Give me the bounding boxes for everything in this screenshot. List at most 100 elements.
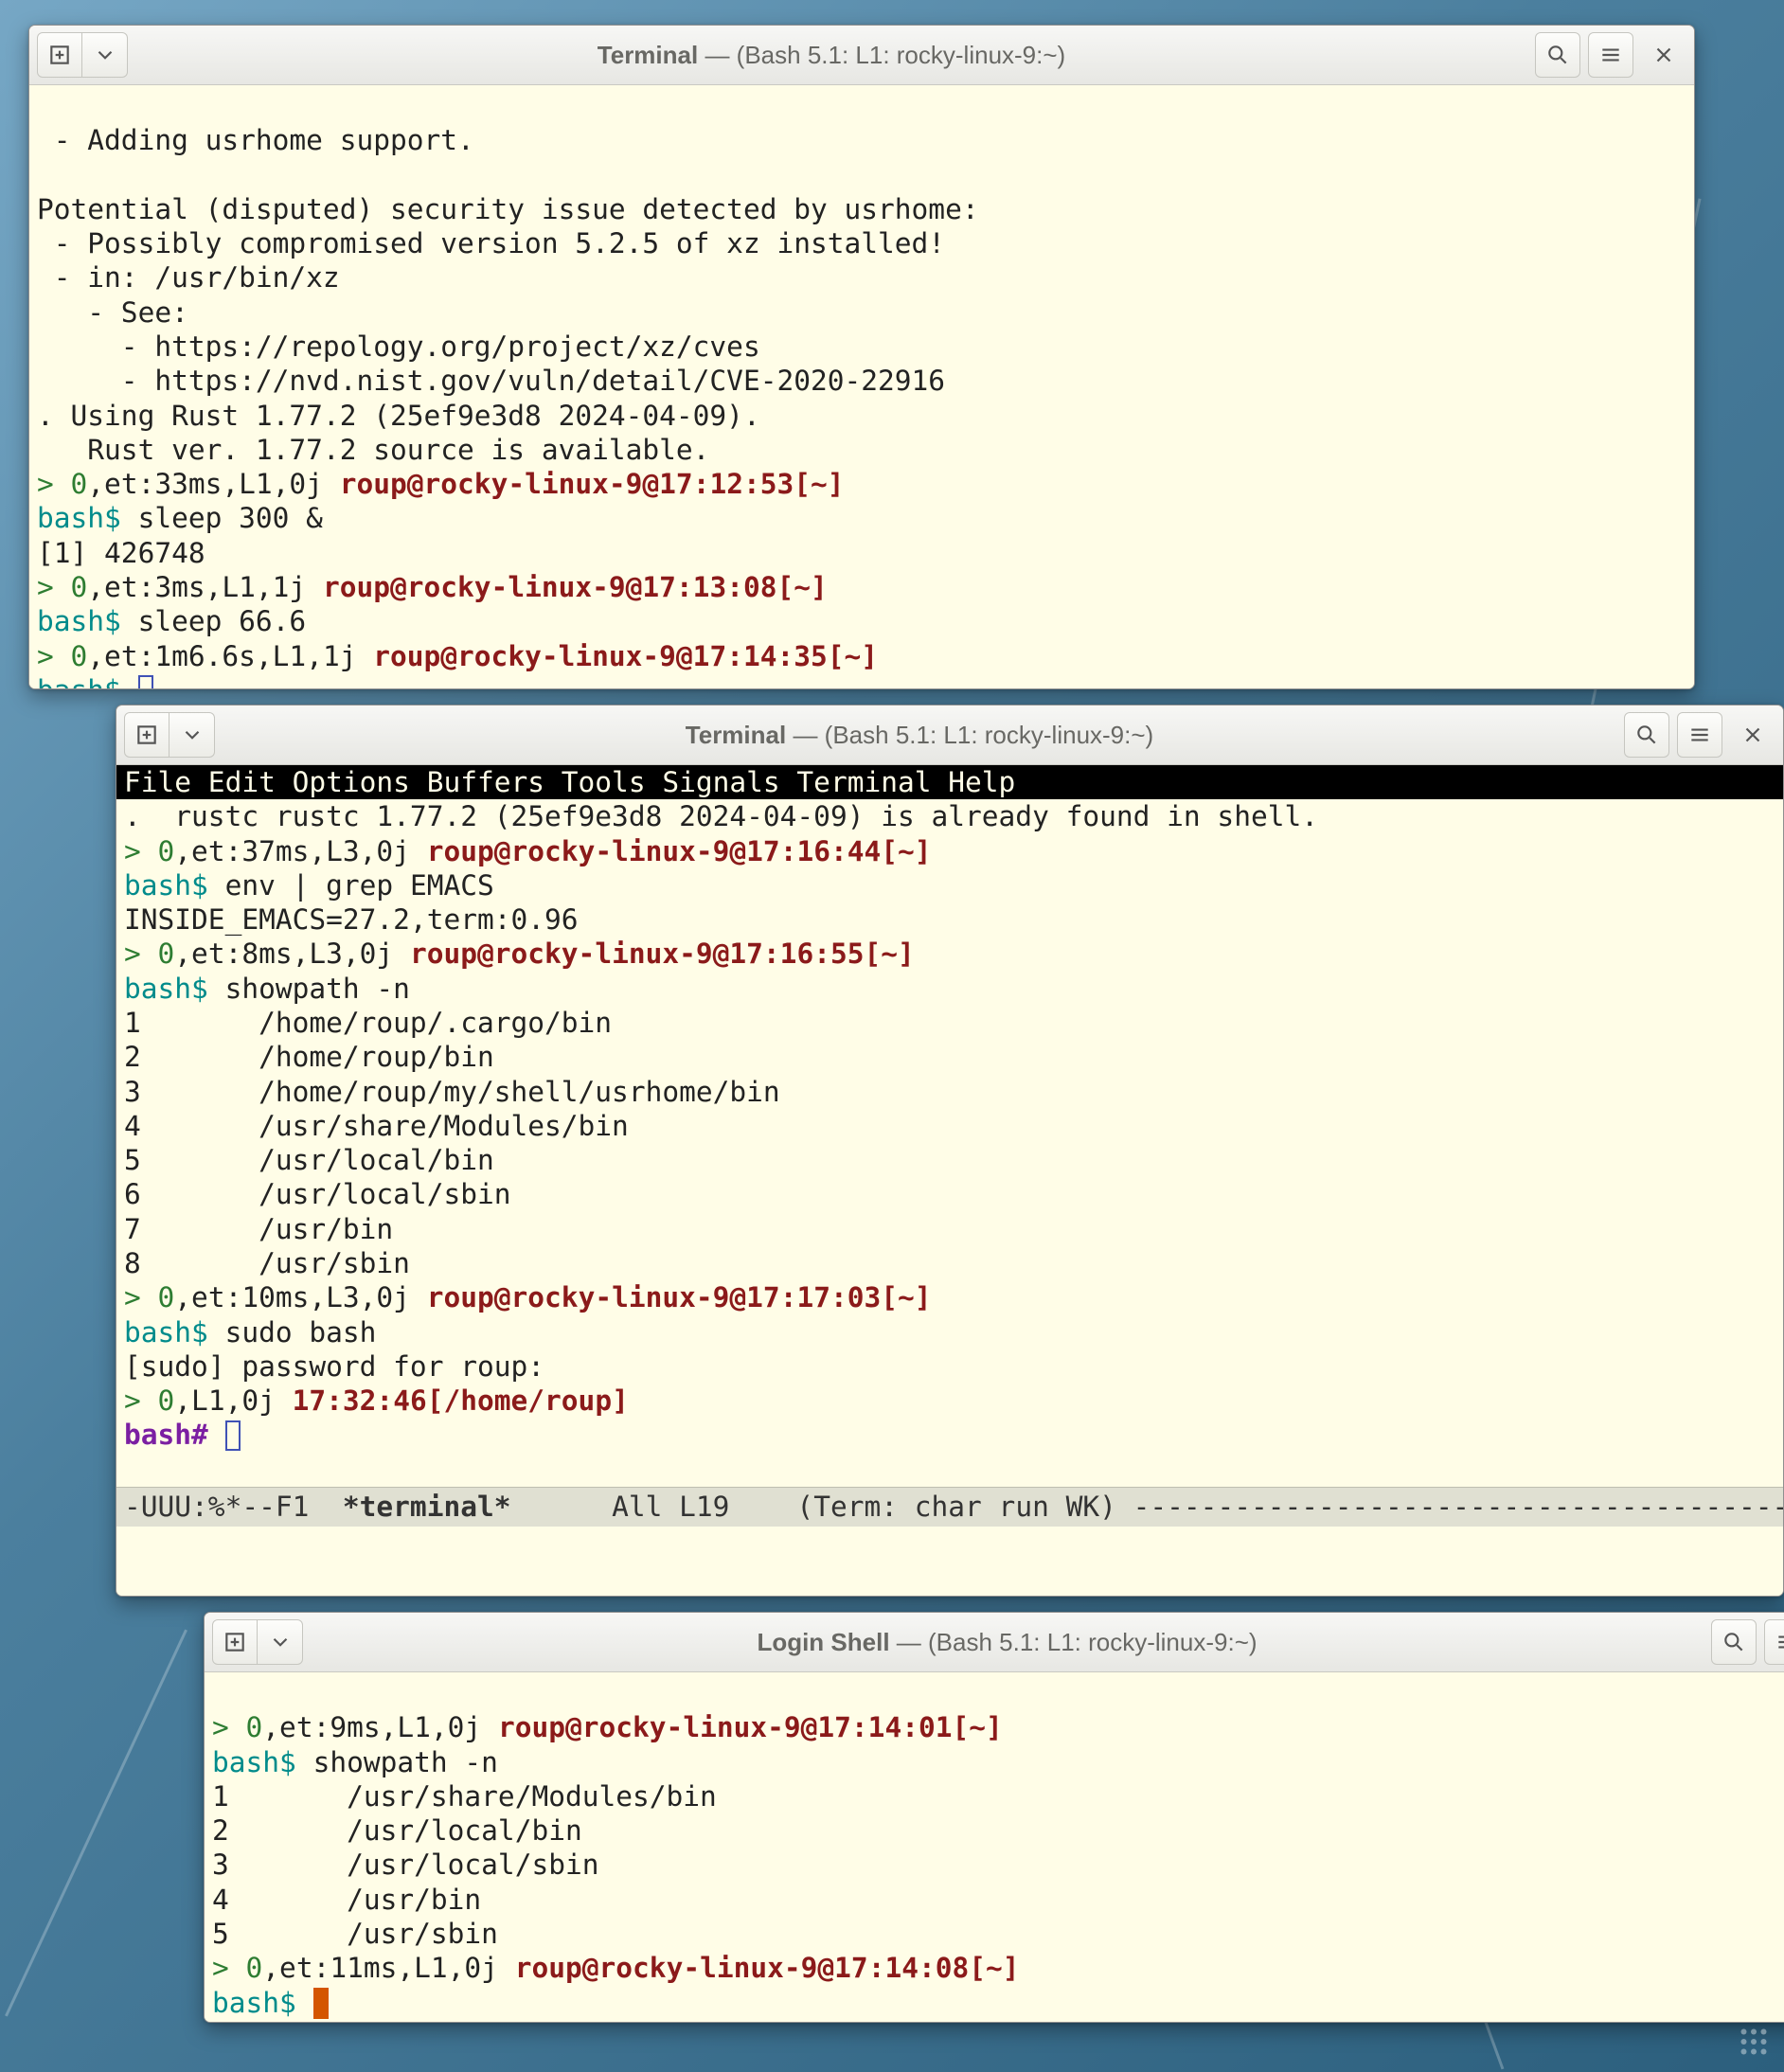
- prompt-meta: ,L1,0j: [174, 1384, 292, 1417]
- output-line: 8 /usr/sbin: [124, 1247, 410, 1279]
- prompt-meta: ,et:11ms,L1,0j: [262, 1952, 514, 1984]
- prompt-stamp: roup@rocky-linux-9@17:14:01[~]: [498, 1711, 1003, 1743]
- search-button[interactable]: [1711, 1619, 1757, 1665]
- terminal-output[interactable]: - Adding usrhome support. Potential (dis…: [29, 85, 1694, 688]
- command: sleep 66.6: [121, 605, 306, 637]
- prompt-status: > 0: [37, 640, 87, 672]
- close-button[interactable]: [1641, 32, 1686, 78]
- hamburger-menu-button[interactable]: [1764, 1619, 1784, 1665]
- text-cursor: [138, 675, 153, 688]
- hamburger-menu-button[interactable]: [1677, 712, 1722, 758]
- search-button[interactable]: [1535, 32, 1580, 78]
- modeline-dashes: ----------------------------------------…: [1133, 1491, 1783, 1523]
- terminal-output[interactable]: > 0,et:9ms,L1,0j roup@rocky-linux-9@17:1…: [205, 1672, 1784, 2022]
- prompt-status: > 0: [212, 1711, 262, 1743]
- tab-menu-button[interactable]: [169, 712, 215, 758]
- prompt-stamp: roup@rocky-linux-9@17:16:55[~]: [410, 938, 915, 970]
- prompt-status: > 0: [212, 1952, 262, 1984]
- search-icon: [1722, 1630, 1746, 1654]
- chevron-down-icon: [180, 723, 205, 747]
- prompt-status: > 0: [124, 938, 174, 970]
- new-tab-button[interactable]: [37, 32, 82, 78]
- output-line: 4 /usr/bin: [212, 1884, 481, 1916]
- shell-prompt: bash$: [212, 1746, 296, 1778]
- show-applications-icon[interactable]: [1737, 2025, 1771, 2059]
- command: showpath -n: [208, 973, 410, 1005]
- chevron-down-icon: [93, 43, 117, 67]
- tab-menu-button[interactable]: [258, 1619, 303, 1665]
- modeline-mid: All L19 (Term: char run WK): [511, 1491, 1133, 1523]
- command: showpath -n: [296, 1746, 498, 1778]
- new-tab-button[interactable]: [212, 1619, 258, 1665]
- titlebar[interactable]: Terminal — (Bash 5.1: L1: rocky-linux-9:…: [116, 706, 1783, 765]
- output-line: - Adding usrhome support.: [37, 124, 474, 156]
- new-tab-button[interactable]: [124, 712, 169, 758]
- prompt-stamp: 17:32:46[/home/roup]: [293, 1384, 629, 1417]
- close-icon: [1740, 723, 1765, 747]
- modeline-left: -UUU:%*--F1: [124, 1491, 343, 1523]
- output-line: 1 /home/roup/.cargo/bin: [124, 1007, 612, 1039]
- output-line: . Using Rust 1.77.2 (25ef9e3d8 2024-04-0…: [37, 400, 760, 432]
- shell-prompt: bash$: [124, 1316, 208, 1349]
- tab-menu-button[interactable]: [82, 32, 128, 78]
- terminal-output[interactable]: File Edit Options Buffers Tools Signals …: [116, 765, 1783, 1596]
- new-tab-icon: [134, 723, 159, 747]
- output-line: [sudo] password for roup:: [124, 1350, 544, 1383]
- titlebar[interactable]: Terminal — (Bash 5.1: L1: rocky-linux-9:…: [29, 26, 1694, 85]
- hamburger-icon: [1687, 723, 1712, 747]
- shell-prompt: bash$: [37, 502, 121, 534]
- output-line: 7 /usr/bin: [124, 1213, 393, 1245]
- terminal-window-1[interactable]: Terminal — (Bash 5.1: L1: rocky-linux-9:…: [28, 25, 1695, 689]
- output-line: INSIDE_EMACS=27.2,term:0.96: [124, 903, 579, 936]
- output-line: - in: /usr/bin/xz: [37, 261, 340, 294]
- shell-prompt: bash$: [37, 674, 121, 688]
- close-icon: [1651, 43, 1676, 67]
- prompt-stamp: roup@rocky-linux-9@17:13:08[~]: [323, 571, 828, 603]
- output-line: 3 /home/roup/my/shell/usrhome/bin: [124, 1076, 780, 1108]
- close-button[interactable]: [1730, 712, 1775, 758]
- emacs-menubar[interactable]: File Edit Options Buffers Tools Signals …: [116, 765, 1783, 799]
- output-line: 6 /usr/local/sbin: [124, 1178, 511, 1210]
- chevron-down-icon: [268, 1630, 293, 1654]
- output-line: - https://repology.org/project/xz/cves: [37, 330, 760, 363]
- prompt-meta: ,et:37ms,L3,0j: [174, 835, 426, 867]
- prompt-stamp: roup@rocky-linux-9@17:14:08[~]: [515, 1952, 1020, 1984]
- hamburger-menu-button[interactable]: [1588, 32, 1633, 78]
- shell-prompt: bash$: [124, 869, 208, 902]
- prompt-status: > 0: [37, 571, 87, 603]
- search-icon: [1634, 723, 1659, 747]
- search-icon: [1545, 43, 1570, 67]
- window-title: Login Shell — (Bash 5.1: L1: rocky-linux…: [311, 1628, 1704, 1657]
- prompt-meta: ,et:1m6.6s,L1,1j: [87, 640, 373, 672]
- output-line: 5 /usr/local/bin: [124, 1144, 494, 1176]
- output-line: 2 /usr/local/bin: [212, 1814, 582, 1847]
- titlebar[interactable]: Login Shell — (Bash 5.1: L1: rocky-linux…: [205, 1613, 1784, 1672]
- text-cursor: [225, 1420, 241, 1451]
- window-title: Terminal — (Bash 5.1: L1: rocky-linux-9:…: [135, 41, 1527, 70]
- emacs-modeline[interactable]: -UUU:%*--F1 *terminal* All L19 (Term: ch…: [116, 1487, 1783, 1527]
- new-tab-icon: [47, 43, 72, 67]
- output-line: 4 /usr/share/Modules/bin: [124, 1110, 629, 1142]
- output-line: - https://nvd.nist.gov/vuln/detail/CVE-2…: [37, 365, 945, 397]
- output-line: - Possibly compromised version 5.2.5 of …: [37, 227, 945, 259]
- output-line: [1] 426748: [37, 537, 205, 569]
- root-shell-prompt: bash#: [124, 1419, 208, 1451]
- output-line: - See:: [37, 296, 188, 329]
- prompt-status: > 0: [124, 1281, 174, 1313]
- prompt-stamp: roup@rocky-linux-9@17:17:03[~]: [427, 1281, 932, 1313]
- prompt-meta: ,et:33ms,L1,0j: [87, 468, 339, 500]
- prompt-meta: ,et:10ms,L3,0j: [174, 1281, 426, 1313]
- prompt-meta: ,et:3ms,L1,1j: [87, 571, 323, 603]
- terminal-window-2[interactable]: Terminal — (Bash 5.1: L1: rocky-linux-9:…: [116, 705, 1784, 1597]
- output-line: Potential (disputed) security issue dete…: [37, 193, 979, 225]
- output-line: 1 /usr/share/Modules/bin: [212, 1780, 717, 1813]
- new-tab-icon: [223, 1630, 247, 1654]
- hamburger-icon: [1598, 43, 1623, 67]
- search-button[interactable]: [1624, 712, 1669, 758]
- prompt-meta: ,et:8ms,L3,0j: [174, 938, 410, 970]
- output-line: 3 /usr/local/sbin: [212, 1849, 599, 1881]
- command: sudo bash: [208, 1316, 377, 1349]
- window-title: Terminal — (Bash 5.1: L1: rocky-linux-9:…: [223, 721, 1616, 750]
- shell-prompt: bash$: [124, 973, 208, 1005]
- login-shell-window[interactable]: Login Shell — (Bash 5.1: L1: rocky-linux…: [204, 1612, 1784, 2023]
